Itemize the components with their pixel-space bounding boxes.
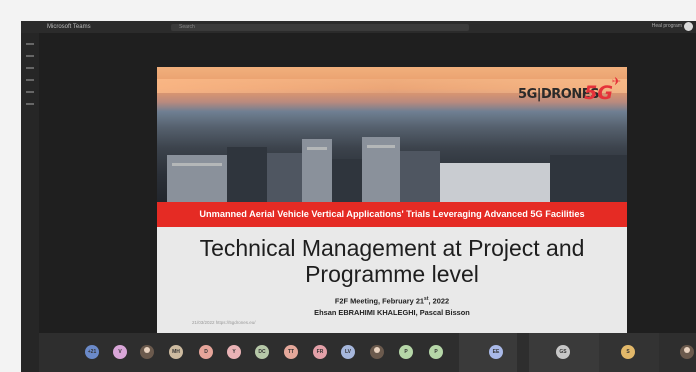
app-title: Microsoft Teams [47,24,91,30]
participant-avatar[interactable]: MH [169,345,183,359]
participant-avatar[interactable]: DC [255,345,269,359]
participant-avatar[interactable]: S [621,345,635,359]
participant-avatar[interactable]: LV [341,345,355,359]
building-stadium [440,163,550,202]
participants-bar: +21 V MH D Y DC TT FR LV P P EE GS S [39,333,696,372]
presentation-slide: 5G|DRONES 5G ✈ Unmanned Aerial Vehicle V… [157,67,627,335]
participant-photo-avatar[interactable] [680,345,694,359]
participant-avatar[interactable]: P [429,345,443,359]
profile-name[interactable]: Heal program [652,23,682,29]
slide-banner: Unmanned Aerial Vehicle Vertical Applica… [157,202,627,227]
slide-title-line2: Programme level [305,261,479,287]
rail-teams-icon[interactable] [26,67,34,69]
building [267,153,302,202]
slide-title: Technical Management at Project and Prog… [157,235,627,287]
participant-photo-avatar[interactable] [140,345,154,359]
shared-screen-stage: 5G|DRONES 5G ✈ Unmanned Aerial Vehicle V… [39,33,696,335]
building [400,151,440,202]
participant-tile-highlight[interactable] [459,333,517,372]
participant-photo-avatar[interactable] [370,345,384,359]
meeting-text: F2F Meeting, February 21 [334,296,425,306]
participant-avatar[interactable]: V [113,345,127,359]
participant-avatar[interactable]: P [399,345,413,359]
participant-avatar[interactable]: EE [489,345,503,359]
plane-icon: ✈ [611,76,621,88]
window-row [367,145,395,148]
participant-avatar[interactable]: Y [227,345,241,359]
app-rail [21,33,39,372]
building [550,155,627,202]
title-bar: Microsoft Teams Search [21,21,696,33]
rail-activity-icon[interactable] [26,43,34,45]
slide-footer: 21/03/2022 https://5gdrones.eu/ [192,320,256,325]
slide-authors: Ehsan EBRAHIMI KHALEGHI, Pascal Bisson [314,308,470,317]
meeting-year: , 2022 [428,296,450,306]
rail-files-icon[interactable] [26,103,34,105]
slide-meeting-date: F2F Meeting, February 21st, 2022 [157,296,627,305]
participant-avatar[interactable]: FR [313,345,327,359]
search-input[interactable]: Search [171,23,469,31]
brand-5g-mark: 5G [584,82,613,104]
slide-city-photo: 5G|DRONES 5G ✈ [157,67,627,202]
rail-chat-icon[interactable] [26,55,34,57]
teams-window: Microsoft Teams Search Heal program 5G|D… [21,21,696,372]
participant-avatar[interactable]: GS [556,345,570,359]
participant-avatar[interactable]: +21 [85,345,99,359]
profile-avatar[interactable] [684,22,693,31]
rail-calendar-icon[interactable] [26,79,34,81]
building [227,147,267,202]
participant-avatar[interactable]: TT [284,345,298,359]
rail-calls-icon[interactable] [26,91,34,93]
participant-avatar[interactable]: D [199,345,213,359]
window-row [307,147,327,150]
building [332,159,362,202]
slide-title-line1: Technical Management at Project and [199,235,585,261]
window-row [172,163,222,166]
